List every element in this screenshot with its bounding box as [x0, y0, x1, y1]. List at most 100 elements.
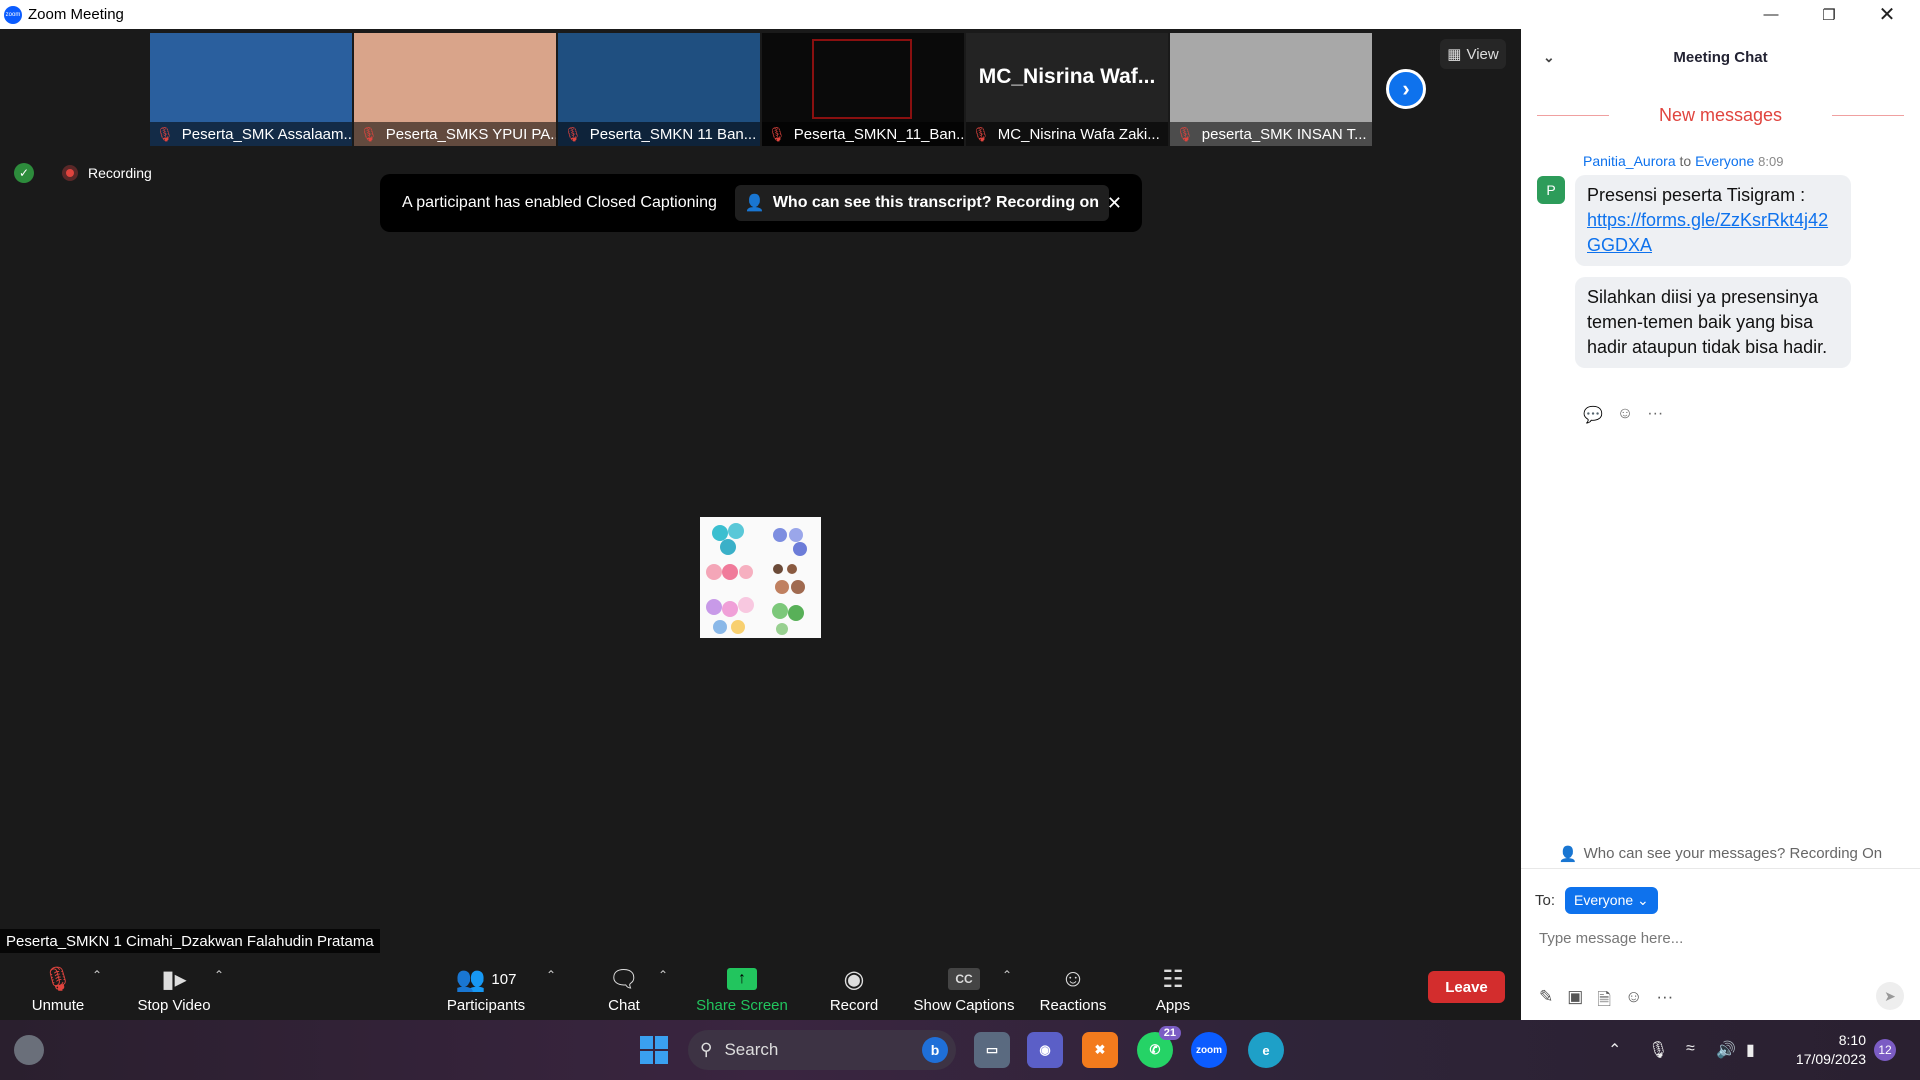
mic-muted-icon: 🎙	[156, 125, 174, 142]
recording-icon	[62, 165, 78, 181]
chat-options-caret[interactable]: ⌃	[658, 968, 668, 982]
chevron-down-icon[interactable]: ⌄	[1543, 49, 1555, 66]
edge-icon[interactable]: e	[1248, 1032, 1284, 1068]
to-label: To:	[1535, 892, 1556, 909]
video-stage: 🎙 Peserta_SMK Assalaam... 🎙 Peserta_SMKS Y…	[0, 29, 1520, 958]
participant-thumbnail[interactable]: 🎙 Peserta_SMKS YPUI PA...	[354, 33, 556, 146]
participant-thumbnail[interactable]: MC_Nisrina Waf... 🎙 MC_Nisrina Wafa Zaki.…	[966, 33, 1168, 146]
stop-video-button[interactable]: ▮▸ Stop Video	[130, 958, 218, 1020]
video-options-caret[interactable]: ⌃	[214, 968, 224, 982]
avatar-logo	[812, 39, 912, 119]
task-view-icon[interactable]: ▭	[974, 1032, 1010, 1068]
reply-icon[interactable]: 💬	[1583, 405, 1603, 425]
xampp-icon[interactable]: ✖	[1082, 1032, 1118, 1068]
message-sender[interactable]: Panitia_Aurora	[1583, 153, 1676, 169]
send-icon[interactable]: ➤	[1876, 982, 1904, 1010]
more-options-icon[interactable]: ···	[1647, 405, 1663, 425]
captions-options-caret[interactable]: ⌃	[1002, 968, 1012, 982]
bing-icon[interactable]: b	[922, 1037, 948, 1063]
grid-icon: ▦	[1447, 46, 1462, 63]
person-info-icon: 👤	[1558, 845, 1578, 863]
minimize-button[interactable]: —	[1742, 0, 1800, 29]
transcript-visibility-button[interactable]: 👤 Who can see this transcript? Recording…	[734, 185, 1110, 221]
add-reaction-icon[interactable]: ☺	[1617, 405, 1633, 425]
audio-options-caret[interactable]: ⌃	[92, 968, 102, 982]
start-button[interactable]	[640, 1036, 668, 1064]
chevron-up-icon[interactable]: ⌃	[1608, 1040, 1621, 1060]
format-icon[interactable]: ✎	[1539, 987, 1553, 1016]
mic-muted-icon: 🎙	[972, 125, 990, 142]
message-input[interactable]	[1539, 923, 1899, 953]
participant-thumbnail-strip: 🎙 Peserta_SMK Assalaam... 🎙 Peserta_SMKS Y…	[150, 33, 1372, 146]
mic-muted-icon: 🎙	[768, 125, 786, 142]
leave-button[interactable]: Leave	[1428, 971, 1505, 1003]
chat-title: Meeting Chat	[1673, 48, 1768, 66]
participant-thumbnail[interactable]: 🎙 Peserta_SMK Assalaam...	[150, 33, 352, 146]
shield-icon[interactable]: ✓	[14, 163, 34, 183]
volume-icon[interactable]: 🔊	[1716, 1040, 1736, 1060]
message-link[interactable]: https://forms.gle/ZzKsrRkt4j42GGDXA	[1587, 210, 1828, 255]
teams-icon[interactable]: ◉	[1027, 1032, 1063, 1068]
whatsapp-badge: 21	[1158, 1026, 1181, 1040]
participant-display-name: MC_Nisrina Waf...	[978, 65, 1156, 88]
share-screen-button[interactable]: ↑ Share Screen	[694, 958, 790, 1020]
closed-captions-icon: CC	[948, 968, 980, 990]
weather-icon[interactable]	[14, 1035, 44, 1065]
closed-caption-banner: A participant has enabled Closed Caption…	[380, 174, 1142, 232]
record-icon: ◉	[843, 965, 865, 993]
participant-thumbnail[interactable]: 🎙 Peserta_SMKN_11_Ban...	[762, 33, 964, 146]
apps-icon: ☷	[1162, 965, 1184, 993]
next-page-button[interactable]: ›	[1386, 69, 1426, 109]
view-button[interactable]: ▦ View	[1440, 39, 1506, 69]
status-row: ✓ Recording	[14, 163, 152, 183]
taskbar-search[interactable]: ⚲ Search b	[688, 1030, 956, 1070]
restore-button[interactable]: ❐	[1800, 0, 1858, 29]
mic-muted-icon: 🎙	[42, 965, 74, 993]
palette-image	[706, 523, 807, 635]
video-camera-icon: ▮▸	[161, 965, 187, 993]
participant-name: 🎙 Peserta_SMKN_11_Ban...	[762, 122, 964, 146]
sender-avatar: P	[1537, 176, 1565, 204]
message-recipient: Everyone	[1695, 153, 1755, 169]
zoom-taskbar-icon[interactable]: zoom	[1191, 1032, 1227, 1068]
divider-line	[1832, 115, 1904, 116]
notification-badge[interactable]: 12	[1874, 1039, 1896, 1061]
windows-taskbar	[0, 1020, 1920, 1080]
participant-thumbnail[interactable]: 🎙 peserta_SMK INSAN T...	[1170, 33, 1372, 146]
recipient-dropdown[interactable]: Everyone ⌄	[1565, 887, 1658, 914]
close-window-button[interactable]: ✕	[1858, 0, 1916, 29]
mic-muted-icon: 🎙	[360, 125, 378, 142]
unmute-button[interactable]: 🎙 Unmute	[22, 958, 94, 1020]
close-icon[interactable]: ✕	[1107, 193, 1122, 214]
recording-label: Recording	[88, 165, 152, 181]
screenshot-icon[interactable]: ▣	[1567, 987, 1583, 1016]
person-info-icon: 👤	[744, 195, 765, 212]
shared-content-image	[700, 517, 821, 638]
participants-button[interactable]: 👥 107 Participants	[442, 958, 530, 1020]
participants-options-caret[interactable]: ⌃	[546, 968, 556, 982]
participant-thumbnail[interactable]: 🎙 Peserta_SMKN 11 Ban...	[558, 33, 760, 146]
apps-button[interactable]: ☷ Apps	[1148, 958, 1198, 1020]
chat-header: ⌄ Meeting Chat	[1521, 29, 1920, 85]
wifi-icon[interactable]: ≈	[1686, 1040, 1695, 1058]
meeting-toolbar: 🎙 Unmute ⌃ ▮▸ Stop Video ⌃ 👥 107 Particip…	[0, 958, 1520, 1020]
battery-icon[interactable]: ▮	[1746, 1040, 1755, 1060]
taskbar-clock[interactable]: 8:10 17/09/2023	[1788, 1031, 1866, 1069]
chat-message-bubble: Silahkan diisi ya presensinya temen-teme…	[1575, 277, 1851, 368]
chat-bubble-icon: 🗨	[608, 965, 640, 993]
more-options-icon[interactable]: ···	[1656, 987, 1673, 1016]
smiley-plus-icon: ☺	[1060, 965, 1086, 992]
reactions-button[interactable]: ☺ Reactions	[1034, 958, 1112, 1020]
message-time: 8:09	[1758, 154, 1784, 169]
message-actions: 💬 ☺ ···	[1583, 405, 1663, 425]
chat-tools: ✎ ▣ 🗎 ☺ ···	[1539, 987, 1673, 1016]
record-button[interactable]: ◉ Record	[820, 958, 888, 1020]
microphone-icon[interactable]: 🎙	[1648, 1040, 1668, 1060]
message-privacy-notice[interactable]: 👤 Who can see your messages? Recording O…	[1521, 839, 1920, 869]
new-messages-divider: New messages	[1521, 105, 1920, 126]
file-icon[interactable]: 🗎	[1597, 987, 1611, 1016]
emoji-icon[interactable]: ☺	[1625, 987, 1642, 1016]
chat-button[interactable]: 🗨 Chat	[594, 958, 654, 1020]
share-screen-icon: ↑	[727, 968, 757, 990]
whatsapp-icon[interactable]: ✆ 21	[1137, 1026, 1181, 1068]
